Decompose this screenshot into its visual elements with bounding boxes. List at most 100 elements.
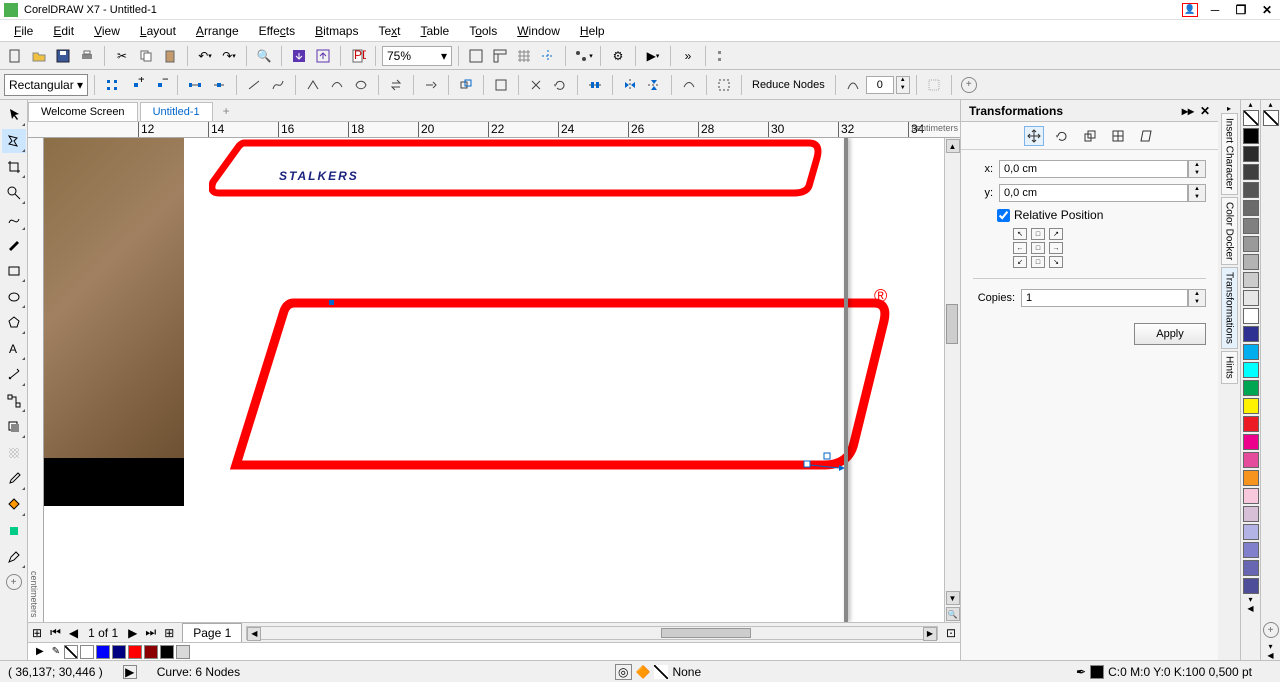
rotate-tab[interactable] — [1052, 126, 1072, 146]
palette-eyedropper[interactable]: ✎ — [48, 646, 64, 657]
canvas-selected-curve[interactable] — [224, 293, 904, 483]
customize-toolbar-icon[interactable] — [712, 45, 734, 67]
doc-swatch-blue[interactable] — [96, 645, 110, 659]
pal1-magenta[interactable] — [1243, 434, 1259, 450]
save-button[interactable] — [52, 45, 74, 67]
x-input[interactable] — [999, 160, 1188, 178]
pal1-periwinkle[interactable] — [1243, 524, 1259, 540]
stretch-nodes-icon[interactable] — [525, 74, 547, 96]
scroll-up-arrow[interactable]: ▲ — [946, 139, 960, 153]
menu-text[interactable]: Text — [368, 21, 410, 41]
node-shape-selector[interactable]: Rectangular▾ — [4, 74, 88, 96]
smoothness-up[interactable]: ▲ — [897, 77, 909, 85]
curve-smoothness-input[interactable] — [866, 76, 894, 94]
options-button[interactable]: ⚙ — [607, 45, 629, 67]
print-button[interactable] — [76, 45, 98, 67]
tab-untitled-1[interactable]: Untitled-1 — [140, 102, 213, 121]
doc-swatch-red[interactable] — [128, 645, 142, 659]
doc-swatch-darkred[interactable] — [144, 645, 158, 659]
page-add-right[interactable]: ⊞ — [160, 626, 178, 640]
menu-help[interactable]: Help — [570, 21, 615, 41]
scale-tab[interactable] — [1080, 126, 1100, 146]
pick-tool[interactable] — [2, 103, 26, 127]
tab-welcome[interactable]: Welcome Screen — [28, 102, 138, 121]
pal1-gray40[interactable] — [1243, 236, 1259, 252]
import-button[interactable] — [288, 45, 310, 67]
anchor-bl[interactable]: ↙ — [1013, 256, 1027, 268]
canvas-logo-top[interactable]: STALKERS — [209, 138, 829, 198]
extract-subpath-icon[interactable] — [455, 74, 477, 96]
scrollbar-vertical[interactable]: ▲ ▼ 🔍 — [944, 138, 960, 622]
position-tab[interactable] — [1024, 126, 1044, 146]
skew-tab[interactable] — [1136, 126, 1156, 146]
connector-tool[interactable] — [2, 389, 26, 413]
ruler-horizontal[interactable]: 121416182022242628303234 centimeters — [28, 122, 960, 138]
select-nodes-icon[interactable] — [713, 74, 735, 96]
outline-swatch[interactable] — [1090, 665, 1104, 679]
zoom-tool[interactable] — [2, 181, 26, 205]
scroll-down-arrow[interactable]: ▼ — [946, 591, 960, 605]
copies-input[interactable] — [1021, 289, 1188, 307]
fill-icon[interactable]: 🔶 — [636, 665, 651, 679]
add-node-icon[interactable]: + — [125, 74, 147, 96]
palette1-up-arrow[interactable]: ▴ — [1241, 100, 1260, 109]
menu-file[interactable]: File — [4, 21, 43, 41]
text-tool[interactable]: A — [2, 337, 26, 361]
pal1-pink[interactable] — [1243, 452, 1259, 468]
scrollbar-horizontal[interactable]: ◀ ▶ — [246, 626, 938, 640]
menu-arrange[interactable]: Arrange — [186, 21, 249, 41]
y-input[interactable] — [999, 184, 1188, 202]
y-up[interactable]: ▲ — [1189, 185, 1205, 193]
canvas-bitmap-object[interactable] — [44, 138, 184, 468]
freehand-tool[interactable] — [2, 207, 26, 231]
color-proof-icon[interactable]: ◎ — [615, 664, 631, 680]
transparency-tool[interactable] — [2, 441, 26, 465]
page-add-left[interactable]: ⊞ — [28, 626, 46, 640]
cut-button[interactable]: ✂ — [111, 45, 133, 67]
pal1-gray50[interactable] — [1243, 218, 1259, 234]
shape-tool[interactable] — [2, 129, 26, 153]
doc-swatch-black[interactable] — [160, 645, 174, 659]
pal1-lightpink[interactable] — [1243, 488, 1259, 504]
open-button[interactable] — [28, 45, 50, 67]
crop-tool[interactable] — [2, 155, 26, 179]
menu-table[interactable]: Table — [411, 21, 460, 41]
fill-swatch[interactable] — [654, 665, 668, 679]
docker-close-icon[interactable]: ✕ — [1200, 104, 1210, 118]
palette1-flyout[interactable]: ◀ — [1241, 604, 1260, 613]
anchor-tr[interactable]: ↗ — [1049, 228, 1063, 240]
pal1-orange[interactable] — [1243, 470, 1259, 486]
quick-customize-icon[interactable]: + — [958, 74, 980, 96]
pal1-red[interactable] — [1243, 416, 1259, 432]
rectangle-tool[interactable] — [2, 259, 26, 283]
size-tab[interactable] — [1108, 126, 1128, 146]
docker-expand-icon[interactable]: ▸ — [1227, 104, 1231, 113]
doc-swatch-white[interactable] — [80, 645, 94, 659]
x-up[interactable]: ▲ — [1189, 161, 1205, 169]
publish-pdf-button[interactable]: PDF — [347, 45, 369, 67]
pal1-gray30[interactable] — [1243, 254, 1259, 270]
menu-effects[interactable]: Effects — [249, 21, 305, 41]
copies-down[interactable]: ▼ — [1189, 298, 1205, 306]
canvas[interactable]: STALKERS ® — [44, 138, 944, 622]
page-next[interactable]: ▶ — [124, 626, 141, 640]
palette2-down-arrow[interactable]: ▾ — [1261, 642, 1280, 651]
anchor-mc[interactable]: □ — [1031, 242, 1045, 254]
navigator-icon[interactable]: ⊡ — [942, 626, 960, 640]
doc-swatch-navy[interactable] — [112, 645, 126, 659]
tab-hints[interactable]: Hints — [1221, 351, 1238, 384]
artistic-media-tool[interactable] — [2, 233, 26, 257]
anchor-tc[interactable]: □ — [1031, 228, 1045, 240]
menu-window[interactable]: Window — [507, 21, 570, 41]
cusp-node-icon[interactable] — [302, 74, 324, 96]
minimize-button[interactable]: ─ — [1206, 2, 1224, 18]
close-curve-icon[interactable] — [490, 74, 512, 96]
tab-add-button[interactable]: + — [215, 101, 238, 121]
extend-curve-icon[interactable] — [420, 74, 442, 96]
anchor-bc[interactable]: □ — [1031, 256, 1045, 268]
play-icon[interactable]: ▶ — [123, 665, 137, 679]
reflect-nodes-v-icon[interactable] — [643, 74, 665, 96]
ellipse-tool[interactable] — [2, 285, 26, 309]
anchor-br[interactable]: ↘ — [1049, 256, 1063, 268]
pal1-green[interactable] — [1243, 380, 1259, 396]
